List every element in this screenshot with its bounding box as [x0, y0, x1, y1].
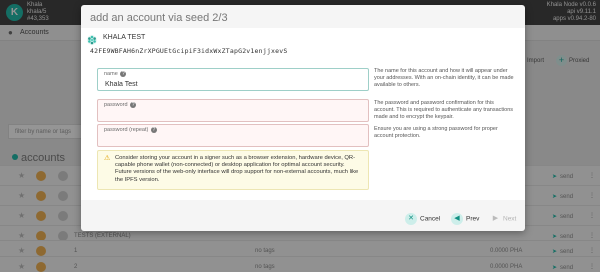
prev-button[interactable]: ◀ Prev — [451, 213, 479, 225]
cancel-button[interactable]: ✕ Cancel — [405, 213, 440, 225]
password-repeat-field[interactable]: password (repeat) ? — [97, 124, 369, 147]
close-icon: ✕ — [405, 213, 417, 225]
help-icon[interactable]: ? — [120, 71, 127, 77]
modal-body: KHALA TEST 42FE9WBFAH6nZrXPGUEtGcipiF3id… — [81, 28, 525, 200]
password-repeat-input[interactable] — [105, 135, 360, 145]
identicon-icon — [87, 35, 97, 45]
password-repeat-label: password (repeat) ? — [104, 127, 157, 133]
next-button[interactable]: ▶ Next — [491, 213, 517, 225]
name-label: name ? — [104, 71, 127, 77]
name-field[interactable]: name ? — [97, 68, 369, 91]
account-name: KHALA TEST — [103, 34, 146, 41]
name-description: The name for this account and how it wil… — [374, 68, 514, 88]
step-forward-icon: ▶ — [492, 215, 499, 222]
password-repeat-description: Ensure you are using a strong password f… — [374, 126, 498, 139]
signer-warning: ⚠ Consider storing your account in a sig… — [97, 150, 369, 190]
step-backward-icon: ◀ — [451, 213, 463, 225]
modal-actions: ✕ Cancel ◀ Prev ▶ Next — [81, 213, 525, 225]
warning-icon: ⚠ — [104, 155, 111, 162]
name-input[interactable] — [105, 79, 360, 89]
help-icon[interactable]: ? — [150, 127, 157, 133]
account-address: 42FE9WBFAH6nZrXPGUEtGcipiF3idxWxZTapG2v1… — [90, 47, 288, 55]
help-icon[interactable]: ? — [130, 102, 137, 108]
modal-title: add an account via seed 2/3 — [90, 12, 228, 24]
password-field[interactable]: password ? — [97, 99, 369, 122]
password-label: password ? — [104, 102, 137, 108]
password-input[interactable] — [105, 110, 360, 120]
warning-text: Consider storing your account in a signe… — [115, 155, 359, 183]
password-description: The password and password confirmation f… — [374, 100, 514, 120]
add-account-modal: add an account via seed 2/3 KHALA TEST 4… — [81, 5, 525, 231]
